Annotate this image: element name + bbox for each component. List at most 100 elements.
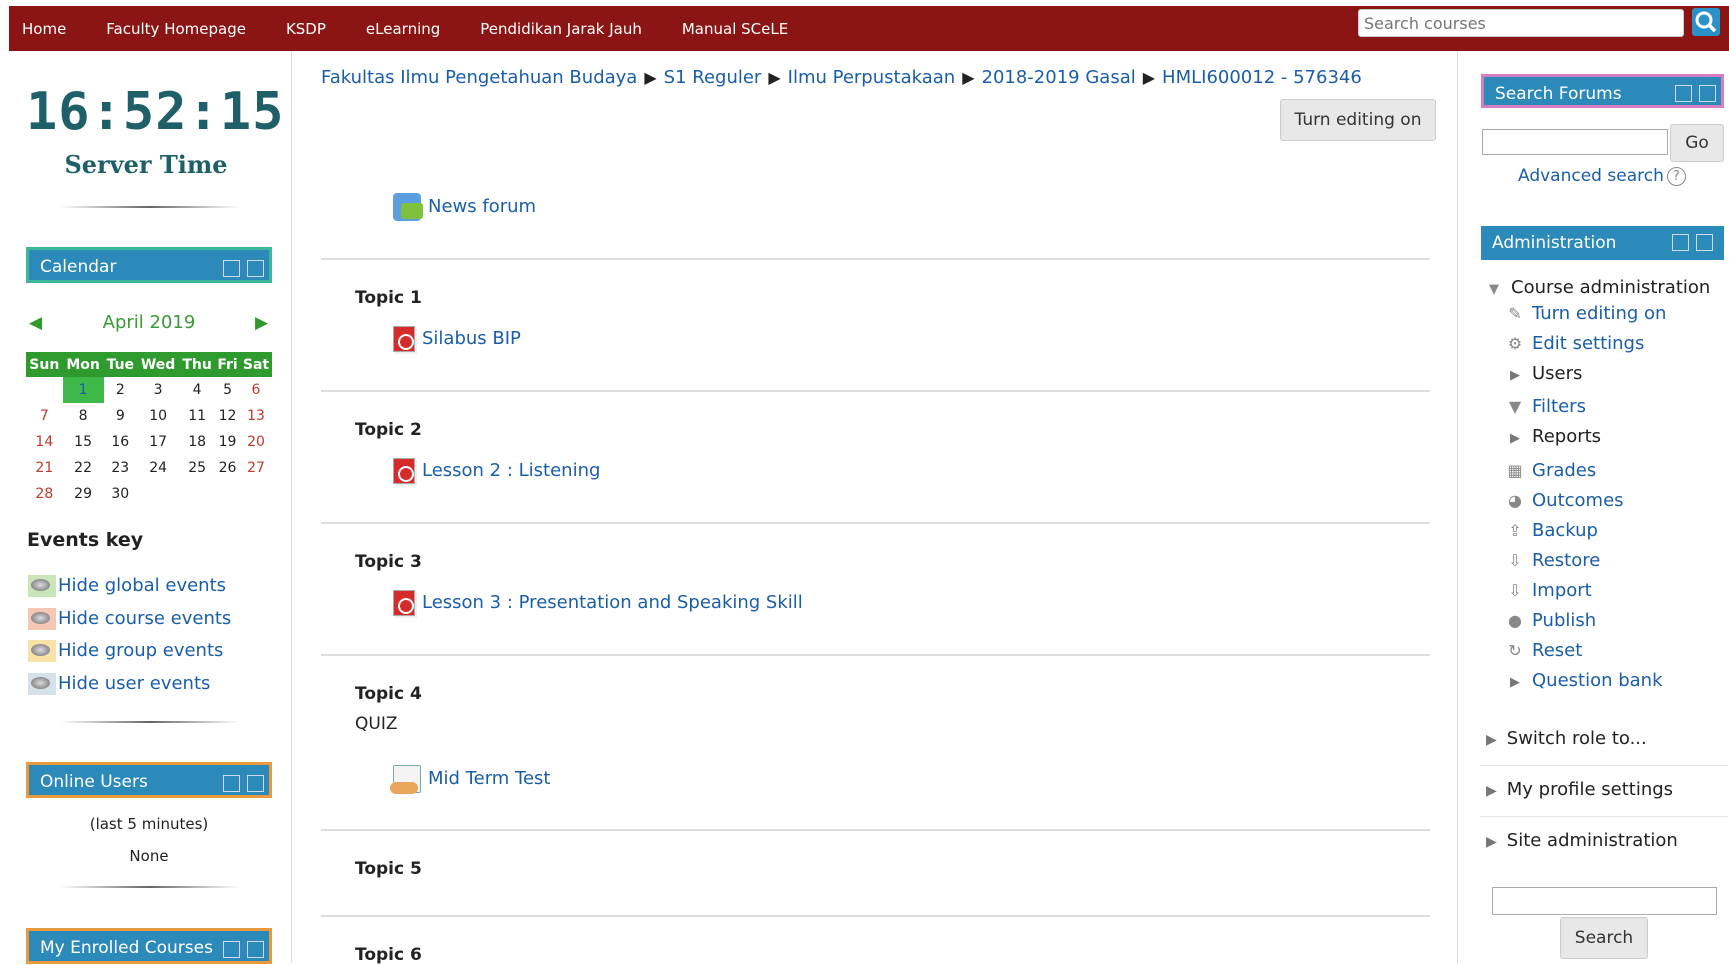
- help-icon[interactable]: ?: [1666, 166, 1686, 186]
- admin-item-label[interactable]: Reset: [1532, 640, 1582, 661]
- admin-item-backup[interactable]: ⇪ Backup: [1504, 520, 1598, 548]
- hide-global-events-link[interactable]: Hide global events: [58, 575, 226, 596]
- calendar-day[interactable]: 25: [179, 455, 215, 481]
- admin-item-label[interactable]: Turn editing on: [1532, 303, 1666, 324]
- forum-search-go-button[interactable]: Go: [1670, 124, 1724, 162]
- calendar-day[interactable]: 6: [240, 377, 272, 403]
- admin-search-button[interactable]: Search: [1560, 917, 1648, 959]
- calendar-day[interactable]: 20: [240, 429, 272, 455]
- nav-faculty-homepage[interactable]: Faculty Homepage: [106, 20, 246, 38]
- admin-item-edit-settings[interactable]: ⚙ Edit settings: [1504, 333, 1645, 361]
- calendar-day[interactable]: 22: [63, 455, 104, 481]
- turn-editing-on-button[interactable]: Turn editing on: [1280, 99, 1436, 141]
- nav-pendidikan-jarak-jauh[interactable]: Pendidikan Jarak Jauh: [480, 20, 642, 38]
- topic-1-activity[interactable]: Silabus BIP: [393, 326, 521, 356]
- admin-search-input[interactable]: [1492, 887, 1717, 915]
- admin-item-filters[interactable]: ▼ Filters: [1504, 396, 1586, 424]
- hide-course-events[interactable]: Hide course events: [28, 608, 231, 636]
- breadcrumb-item[interactable]: 2018-2019 Gasal: [982, 67, 1136, 88]
- course-search-button[interactable]: [1692, 8, 1720, 36]
- breadcrumb-item[interactable]: Ilmu Perpustakaan: [788, 67, 956, 88]
- calendar-day[interactable]: 10: [137, 403, 179, 429]
- admin-item-reset[interactable]: ↻ Reset: [1504, 640, 1582, 668]
- collapse-icon[interactable]: [1675, 85, 1692, 102]
- calendar-day[interactable]: 21: [26, 455, 63, 481]
- dock-icon[interactable]: [247, 260, 264, 277]
- calendar-day[interactable]: 23: [104, 455, 138, 481]
- topic-4-activity[interactable]: Mid Term Test: [390, 765, 550, 795]
- calendar-next-arrow[interactable]: ▶: [255, 313, 268, 333]
- site-administration-node[interactable]: ▶ Site administration: [1480, 820, 1728, 868]
- nav-home[interactable]: Home: [22, 20, 66, 38]
- dock-icon[interactable]: [1699, 85, 1716, 102]
- hide-course-events-link[interactable]: Hide course events: [58, 608, 231, 629]
- hide-user-events-link[interactable]: Hide user events: [58, 673, 210, 694]
- calendar-day[interactable]: 8: [63, 403, 104, 429]
- my-profile-settings-node[interactable]: ▶ My profile settings: [1480, 769, 1728, 817]
- calendar-day[interactable]: 29: [63, 481, 104, 507]
- mid-term-test-link[interactable]: Mid Term Test: [428, 768, 550, 789]
- calendar-day[interactable]: 27: [240, 455, 272, 481]
- collapse-icon[interactable]: [1672, 234, 1689, 251]
- admin-item-import[interactable]: ⇩ Import: [1504, 580, 1592, 608]
- calendar-day[interactable]: 17: [137, 429, 179, 455]
- hide-group-events[interactable]: Hide group events: [28, 640, 223, 668]
- calendar-day[interactable]: 13: [240, 403, 272, 429]
- hide-user-events[interactable]: Hide user events: [28, 673, 210, 701]
- collapse-icon[interactable]: [223, 260, 240, 277]
- admin-item-label[interactable]: Restore: [1532, 550, 1600, 571]
- calendar-day[interactable]: 3: [137, 377, 179, 403]
- calendar-day[interactable]: 24: [137, 455, 179, 481]
- breadcrumb-item[interactable]: HMLI600012 - 576346: [1162, 67, 1362, 88]
- calendar-day[interactable]: 7: [26, 403, 63, 429]
- admin-item-label[interactable]: Filters: [1532, 396, 1586, 417]
- admin-item-label[interactable]: Outcomes: [1532, 490, 1624, 511]
- calendar-day[interactable]: 1: [62, 377, 104, 403]
- hide-global-events[interactable]: Hide global events: [28, 575, 226, 603]
- hide-group-events-link[interactable]: Hide group events: [58, 640, 223, 661]
- lesson-3-link[interactable]: Lesson 3 : Presentation and Speaking Ski…: [422, 592, 803, 613]
- admin-item-reports[interactable]: ▶ Reports: [1504, 426, 1601, 454]
- news-forum-activity[interactable]: News forum: [393, 193, 536, 223]
- admin-item-label[interactable]: Question bank: [1532, 670, 1663, 691]
- news-forum-link[interactable]: News forum: [428, 196, 536, 217]
- collapse-icon[interactable]: [223, 941, 240, 958]
- admin-item-label[interactable]: Grades: [1532, 460, 1596, 481]
- calendar-day[interactable]: 14: [26, 429, 63, 455]
- topic-3-activity[interactable]: Lesson 3 : Presentation and Speaking Ski…: [393, 590, 803, 620]
- calendar-day[interactable]: 15: [63, 429, 104, 455]
- admin-item-grades[interactable]: ▦ Grades: [1504, 460, 1596, 488]
- advanced-search-link[interactable]: Advanced search: [1518, 166, 1664, 186]
- dock-icon[interactable]: [247, 941, 264, 958]
- calendar-day[interactable]: 5: [215, 377, 240, 403]
- calendar-day[interactable]: 12: [215, 403, 240, 429]
- admin-item-turn-editing-on[interactable]: ✎ Turn editing on: [1504, 303, 1666, 331]
- nav-ksdp[interactable]: KSDP: [286, 20, 326, 38]
- calendar-month[interactable]: April 2019: [26, 312, 272, 333]
- admin-item-restore[interactable]: ⇩ Restore: [1504, 550, 1600, 578]
- lesson-2-link[interactable]: Lesson 2 : Listening: [422, 460, 600, 481]
- dock-icon[interactable]: [247, 775, 264, 792]
- admin-item-label[interactable]: Import: [1532, 580, 1592, 601]
- admin-item-question-bank[interactable]: ▶ Question bank: [1504, 670, 1663, 698]
- silabus-bip-link[interactable]: Silabus BIP: [422, 328, 521, 349]
- calendar-day[interactable]: 26: [215, 455, 240, 481]
- course-administration-node[interactable]: ▼ Course administration: [1483, 277, 1710, 305]
- admin-item-outcomes[interactable]: ◕ Outcomes: [1504, 490, 1624, 518]
- course-search-input[interactable]: [1358, 9, 1684, 37]
- calendar-day[interactable]: 11: [179, 403, 215, 429]
- admin-item-label[interactable]: Edit settings: [1532, 333, 1644, 354]
- admin-item-label[interactable]: Backup: [1532, 520, 1598, 541]
- collapse-icon[interactable]: [223, 775, 240, 792]
- calendar-day[interactable]: 28: [26, 481, 63, 507]
- calendar-day[interactable]: 18: [179, 429, 215, 455]
- admin-item-users[interactable]: ▶ Users: [1504, 363, 1582, 391]
- calendar-day[interactable]: 16: [104, 429, 138, 455]
- forum-search-input[interactable]: [1482, 129, 1668, 155]
- calendar-day[interactable]: 19: [215, 429, 240, 455]
- admin-item-publish[interactable]: ● Publish: [1504, 610, 1596, 638]
- nav-manual-scele[interactable]: Manual SCeLE: [682, 20, 788, 38]
- dock-icon[interactable]: [1696, 234, 1713, 251]
- calendar-day[interactable]: 9: [104, 403, 138, 429]
- topic-2-activity[interactable]: Lesson 2 : Listening: [393, 458, 600, 488]
